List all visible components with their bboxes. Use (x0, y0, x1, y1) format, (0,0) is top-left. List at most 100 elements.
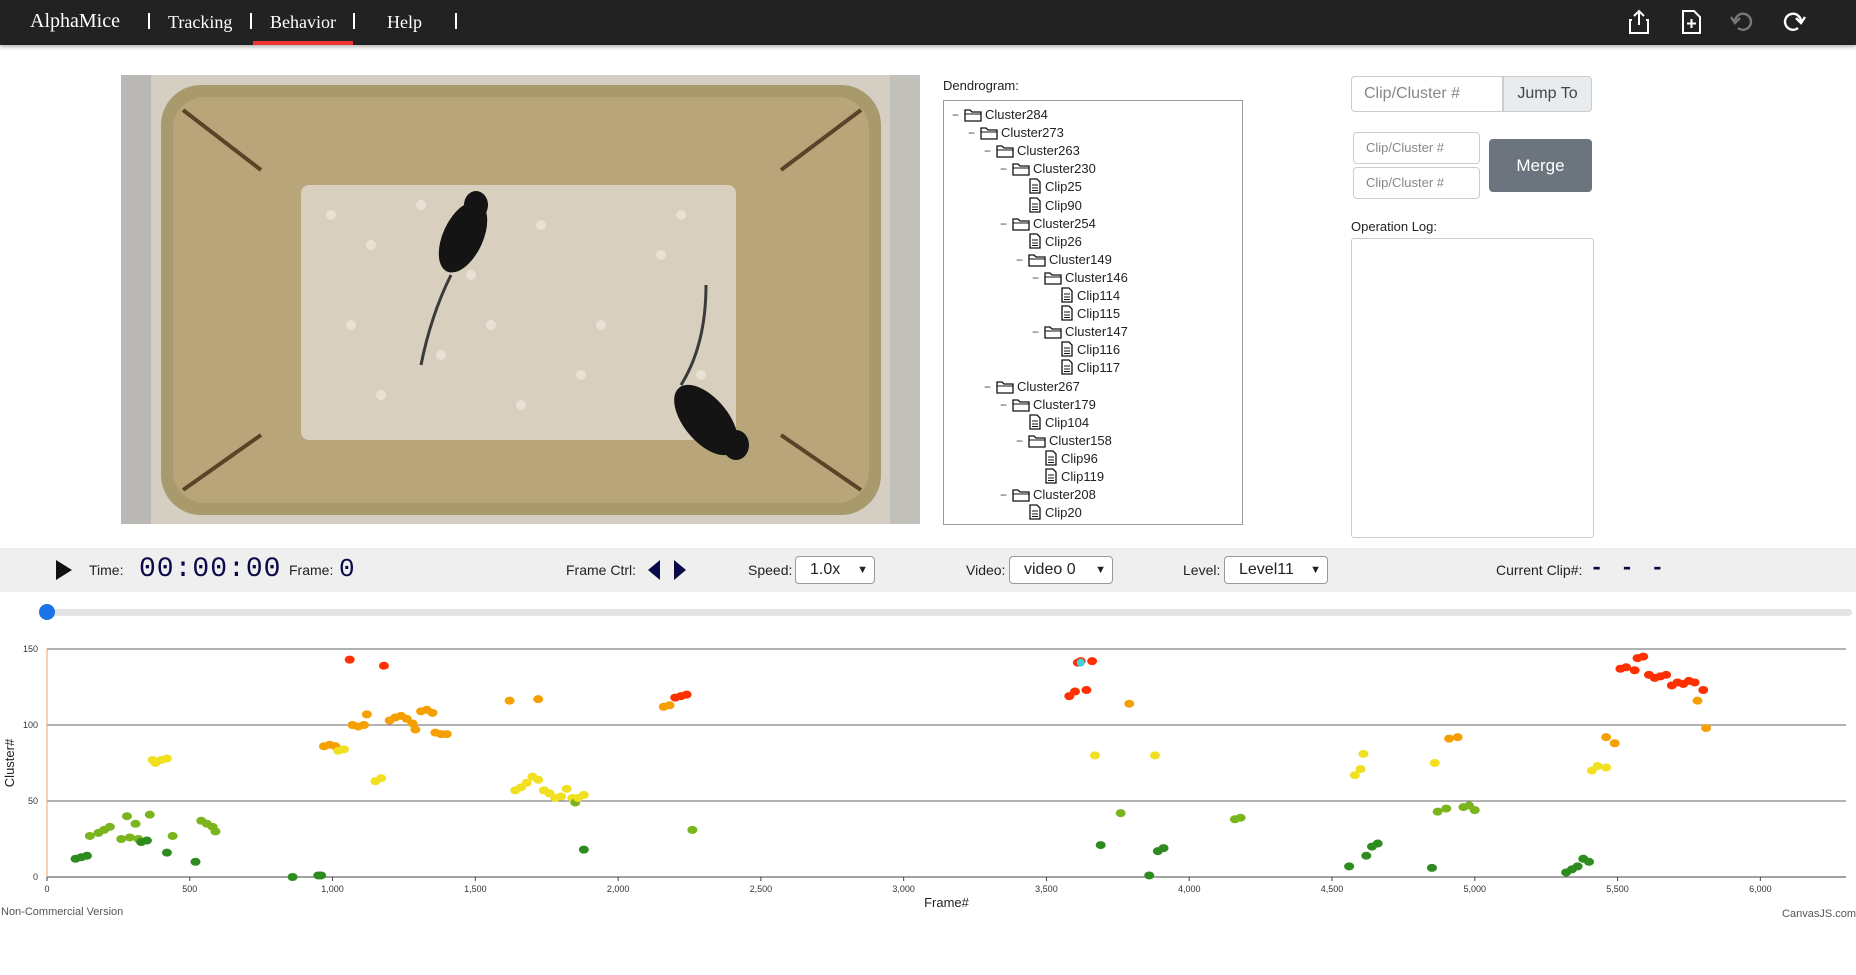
data-point[interactable] (556, 792, 566, 801)
data-point[interactable] (1441, 804, 1452, 813)
tree-node-cluster[interactable]: − Cluster158 (1016, 432, 1112, 450)
data-point[interactable] (1115, 809, 1126, 818)
jump-to-button[interactable]: Jump To (1503, 76, 1592, 112)
tree-node-cluster[interactable]: − Cluster179 (1000, 396, 1096, 414)
data-point[interactable] (344, 655, 355, 664)
jump-cluster-input[interactable]: Clip/Cluster # (1351, 76, 1503, 112)
data-point[interactable] (1584, 857, 1594, 866)
data-point[interactable] (1592, 762, 1603, 771)
merge-button[interactable]: Merge (1489, 139, 1592, 192)
data-point[interactable] (121, 812, 132, 821)
data-point[interactable] (130, 819, 141, 828)
data-point[interactable] (1701, 724, 1712, 733)
data-point[interactable] (1158, 844, 1169, 853)
data-point[interactable] (81, 851, 92, 860)
app-brand[interactable]: AlphaMice (30, 10, 120, 33)
data-point[interactable] (358, 721, 369, 729)
data-point[interactable] (687, 825, 698, 834)
share-icon[interactable] (1625, 8, 1653, 36)
timeline-slider-track[interactable] (46, 609, 1852, 616)
collapse-toggle-icon[interactable]: − (1016, 432, 1028, 450)
data-point[interactable] (316, 871, 327, 880)
tree-node-cluster[interactable]: − Cluster263 (984, 142, 1080, 160)
data-point[interactable] (533, 775, 544, 784)
data-point[interactable] (1629, 666, 1640, 675)
data-point[interactable] (1372, 839, 1383, 848)
data-point[interactable] (116, 835, 127, 843)
highlighted-data-point[interactable] (1076, 658, 1085, 667)
tree-node-clip[interactable]: Clip90 (1028, 196, 1082, 215)
tree-node-clip[interactable]: Clip26 (1028, 233, 1082, 251)
collapse-toggle-icon[interactable]: − (1000, 486, 1012, 504)
tree-node-cluster[interactable]: − Cluster208 (1000, 486, 1096, 504)
data-point[interactable] (1638, 652, 1649, 661)
data-point[interactable] (376, 774, 387, 783)
data-point[interactable] (1609, 739, 1620, 748)
collapse-toggle-icon[interactable]: − (984, 142, 996, 160)
data-point[interactable] (1444, 734, 1455, 743)
data-point[interactable] (1429, 759, 1440, 767)
data-point[interactable] (1698, 686, 1709, 695)
merge-input-2[interactable]: Clip/Cluster # (1353, 167, 1480, 199)
tree-node-cluster[interactable]: − Cluster149 (1016, 251, 1112, 269)
merge-input-1[interactable]: Clip/Cluster # (1353, 132, 1480, 164)
collapse-toggle-icon[interactable]: − (952, 106, 964, 124)
canvasjs-credit[interactable]: CanvasJS.com (1782, 908, 1856, 920)
collapse-toggle-icon[interactable]: − (1000, 396, 1012, 414)
play-icon[interactable] (54, 558, 74, 582)
tree-node-clip[interactable]: Clip25 (1028, 178, 1082, 196)
tree-node-clip[interactable]: Clip20 (1028, 504, 1082, 522)
tree-node-cluster[interactable]: − Cluster284 (952, 106, 1048, 124)
collapse-toggle-icon[interactable]: − (1032, 269, 1044, 287)
collapse-toggle-icon[interactable]: − (1016, 251, 1028, 269)
collapse-toggle-icon[interactable]: − (1032, 323, 1044, 341)
data-point[interactable] (441, 730, 452, 739)
data-point[interactable] (1358, 749, 1369, 758)
data-point[interactable] (1235, 813, 1246, 822)
data-point[interactable] (161, 754, 172, 763)
data-point[interactable] (427, 708, 438, 717)
tree-node-clip[interactable]: Clip96 (1044, 450, 1098, 468)
data-point[interactable] (1572, 862, 1583, 871)
video-select[interactable]: video 0 ▼ (1009, 556, 1113, 584)
data-point[interactable] (578, 790, 589, 799)
data-point[interactable] (1452, 733, 1463, 742)
data-point[interactable] (1149, 751, 1160, 760)
timeline-slider-thumb[interactable] (39, 604, 55, 620)
tree-node-clip[interactable]: Clip116 (1060, 341, 1120, 359)
collapse-toggle-icon[interactable]: − (984, 378, 996, 396)
tree-node-cluster[interactable]: − Cluster267 (984, 378, 1080, 396)
tree-node-cluster[interactable]: − Cluster230 (1000, 160, 1096, 178)
data-point[interactable] (104, 822, 115, 831)
data-point[interactable] (144, 810, 155, 819)
undo-icon[interactable] (1728, 8, 1756, 36)
tree-node-cluster[interactable]: − Cluster254 (1000, 215, 1096, 233)
tree-node-cluster[interactable]: − Cluster273 (968, 124, 1064, 142)
next-frame-icon[interactable] (672, 559, 688, 581)
data-point[interactable] (681, 690, 692, 699)
data-point[interactable] (1601, 763, 1612, 772)
video-player[interactable] (121, 75, 920, 524)
data-point[interactable] (1692, 696, 1703, 705)
data-point[interactable] (1081, 686, 1092, 695)
data-point[interactable] (533, 695, 544, 704)
redo-icon[interactable] (1780, 8, 1808, 36)
tree-node-cluster[interactable]: − Cluster146 (1032, 269, 1128, 287)
speed-select[interactable]: 1.0x ▼ (795, 556, 875, 584)
data-point[interactable] (561, 784, 572, 793)
add-file-icon[interactable] (1677, 8, 1705, 36)
data-point[interactable] (1432, 807, 1443, 816)
data-point[interactable] (1621, 663, 1632, 672)
cluster-scatter-chart[interactable]: 0 50 100 150 0 500 1,000 1,500 2,000 2,500 3,000 3,… (0, 630, 1856, 930)
prev-frame-icon[interactable] (646, 559, 662, 581)
collapse-toggle-icon[interactable]: − (968, 124, 980, 142)
data-point[interactable] (124, 833, 135, 842)
collapse-toggle-icon[interactable]: − (1000, 215, 1012, 233)
tree-node-clip[interactable]: Clip114 (1060, 287, 1120, 305)
data-point[interactable] (1089, 751, 1100, 760)
tree-node-clip[interactable]: Clip117 (1060, 359, 1120, 377)
data-point[interactable] (1601, 733, 1612, 742)
data-point[interactable] (161, 848, 172, 857)
data-point[interactable] (410, 725, 421, 734)
data-point[interactable] (504, 696, 515, 705)
